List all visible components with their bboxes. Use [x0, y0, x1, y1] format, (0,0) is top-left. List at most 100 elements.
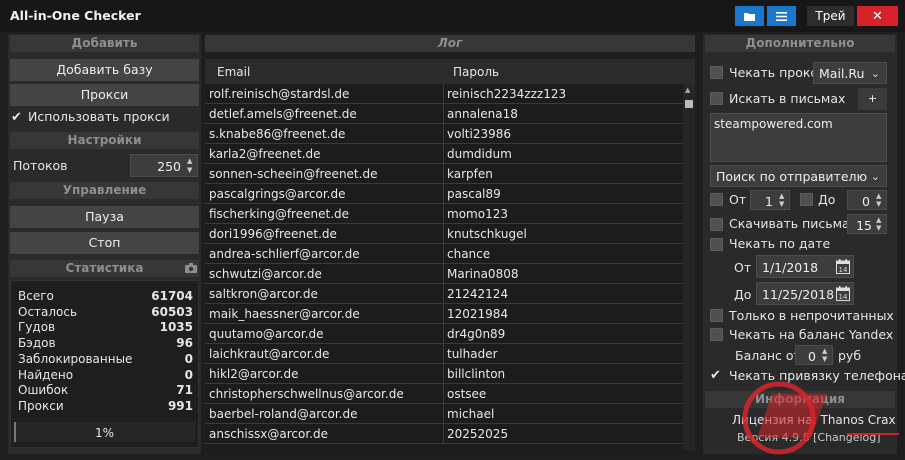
threads-stepper[interactable]: 250 ▲ ▼	[130, 154, 198, 177]
mail-provider-select[interactable]: Mail.Ru ⌄	[813, 62, 887, 84]
stat-value: 1035	[159, 320, 193, 335]
password-cell: annalena18	[447, 107, 518, 121]
table-row[interactable]: saltkron@arcor.de 21242124	[205, 284, 683, 304]
balance-down-icon[interactable]: ▼	[822, 356, 830, 363]
threads-value: 250	[157, 159, 181, 174]
from-up-icon[interactable]: ▲	[779, 193, 787, 200]
password-cell: billclinton	[447, 367, 506, 381]
search-mode-select[interactable]: Поиск по отправителю ⌄	[710, 165, 887, 187]
table-row[interactable]: karla2@freenet.de dumdidum	[205, 144, 683, 164]
tray-button[interactable]: Трей	[807, 6, 854, 26]
use-proxy-checkbox[interactable]: ✔	[11, 111, 24, 124]
to-stepper[interactable]: 0 ▲ ▼	[847, 190, 887, 210]
email-cell: fischerking@freenet.de	[209, 207, 350, 221]
table-row[interactable]: hikl2@arcor.de billclinton	[205, 364, 683, 384]
col-password-header[interactable]: Пароль	[453, 65, 499, 79]
balance-stepper[interactable]: 0 ▲ ▼	[795, 345, 833, 365]
date-to-picker[interactable]: 11/25/2018 14	[756, 282, 854, 305]
table-row[interactable]: baerbel-roland@arcor.de michael	[205, 404, 683, 424]
search-textarea[interactable]: steampowered.com	[710, 113, 887, 162]
add-search-button[interactable]: +	[858, 88, 887, 110]
stat-name: Осталось	[18, 304, 78, 319]
table-row[interactable]: quutamo@arcor.de dr4g0n89	[205, 324, 683, 344]
from-checkbox[interactable]	[710, 193, 723, 206]
from-label: От	[729, 192, 747, 207]
svg-text:14: 14	[839, 266, 848, 274]
table-row[interactable]: dori1996@freenet.de knutschkugel	[205, 224, 683, 244]
from-down-icon[interactable]: ▼	[779, 201, 787, 208]
threads-down-icon[interactable]: ▼	[187, 167, 195, 174]
scroll-up-icon[interactable]: ▲	[685, 86, 690, 94]
to-up-icon[interactable]: ▲	[876, 193, 884, 200]
password-cell: dr4g0n89	[447, 327, 506, 341]
progress-text: 1%	[94, 426, 115, 440]
to-down-icon[interactable]: ▼	[876, 201, 884, 208]
check-proxy-label: Чекать прокси	[729, 65, 826, 80]
table-row[interactable]: fischerking@freenet.de momo123	[205, 204, 683, 224]
add-base-button[interactable]: Добавить базу	[10, 59, 199, 81]
check-date-label: Чекать по дате	[729, 236, 831, 251]
check-proxy-checkbox[interactable]	[710, 66, 723, 79]
table-row[interactable]: laichkraut@arcor.de tulhader	[205, 344, 683, 364]
password-cell: ostsee	[447, 387, 487, 401]
table-row[interactable]: maik_haessner@arcor.de 12021984	[205, 304, 683, 324]
search-letters-label: Искать в письмах	[729, 91, 846, 106]
table-row[interactable]: detlef.amels@freenet.de annalena18	[205, 104, 683, 124]
download-down-icon[interactable]: ▼	[876, 225, 884, 232]
stats-box: Всего 61704 Осталось 60503 Гудов 1035 Бэдов 96 З…	[10, 280, 199, 448]
column-divider	[443, 184, 444, 204]
proxy-button[interactable]: Прокси	[10, 84, 199, 106]
pause-button[interactable]: Пауза	[10, 206, 199, 228]
version-link[interactable]: Версия 4.9.8 [Changelog]	[737, 431, 881, 444]
column-divider	[443, 324, 444, 344]
download-stepper[interactable]: 15 ▲ ▼	[847, 214, 887, 234]
close-button[interactable]: ✕	[857, 6, 898, 26]
threads-up-icon[interactable]: ▲	[187, 158, 195, 165]
only-unread-checkbox[interactable]	[710, 309, 723, 322]
date-from-picker[interactable]: 1/1/2018 14	[756, 255, 854, 278]
from-stepper[interactable]: 1 ▲ ▼	[750, 190, 790, 210]
balance-up-icon[interactable]: ▲	[822, 348, 830, 355]
check-yandex-checkbox[interactable]	[710, 328, 723, 341]
table-row[interactable]: s.knabe86@freenet.de volti23986	[205, 124, 683, 144]
scroll-thumb[interactable]	[685, 100, 693, 108]
log-scrollbar[interactable]: ▲	[683, 84, 695, 450]
log-header: Лог	[205, 35, 695, 52]
stop-button[interactable]: Стоп	[10, 232, 199, 254]
column-divider	[443, 204, 444, 224]
calendar-icon[interactable]: 14	[836, 286, 850, 301]
table-row[interactable]: andrea-schlierf@arcor.de chance	[205, 244, 683, 264]
download-letters-checkbox[interactable]	[710, 218, 723, 231]
camera-icon[interactable]	[185, 263, 197, 273]
email-cell: baerbel-roland@arcor.de	[209, 407, 358, 421]
stat-value: 0	[184, 367, 193, 382]
date-from-label: От	[734, 260, 752, 275]
check-phone-checkbox[interactable]: ✔	[710, 369, 723, 382]
password-cell: momo123	[447, 207, 508, 221]
check-date-checkbox[interactable]	[710, 238, 723, 251]
download-up-icon[interactable]: ▲	[876, 217, 884, 224]
table-row[interactable]: anschissx@arcor.de 20252025	[205, 424, 683, 444]
add-header: Добавить	[10, 35, 199, 52]
check-yandex-label: Чекать на баланс Yandex	[729, 327, 894, 342]
threads-label: Потоков	[13, 158, 68, 173]
search-letters-checkbox[interactable]	[710, 92, 723, 105]
table-row[interactable]: christopherschwellnus@arcor.de ostsee	[205, 384, 683, 404]
table-row[interactable]: sonnen-scheein@freenet.de karpfen	[205, 164, 683, 184]
to-checkbox[interactable]	[800, 193, 813, 206]
stat-value: 71	[176, 383, 193, 398]
list-button[interactable]	[767, 6, 796, 26]
email-cell: hikl2@arcor.de	[209, 367, 299, 381]
calendar-icon[interactable]: 14	[836, 259, 850, 274]
stat-value: 0	[184, 351, 193, 366]
date-from-value: 1/1/2018	[762, 260, 819, 275]
email-cell: rolf.reinisch@stardsl.de	[209, 87, 350, 101]
table-row[interactable]: rolf.reinisch@stardsl.de reinisch2234zzz1…	[205, 84, 683, 104]
column-divider	[443, 424, 444, 444]
open-folder-button[interactable]	[735, 6, 764, 26]
table-row[interactable]: pascalgrings@arcor.de pascal89	[205, 184, 683, 204]
table-row[interactable]: schwutzi@arcor.de Marina0808	[205, 264, 683, 284]
col-email-header[interactable]: Email	[217, 65, 250, 79]
window-title: All-in-One Checker	[10, 8, 141, 23]
email-cell: s.knabe86@freenet.de	[209, 127, 346, 141]
